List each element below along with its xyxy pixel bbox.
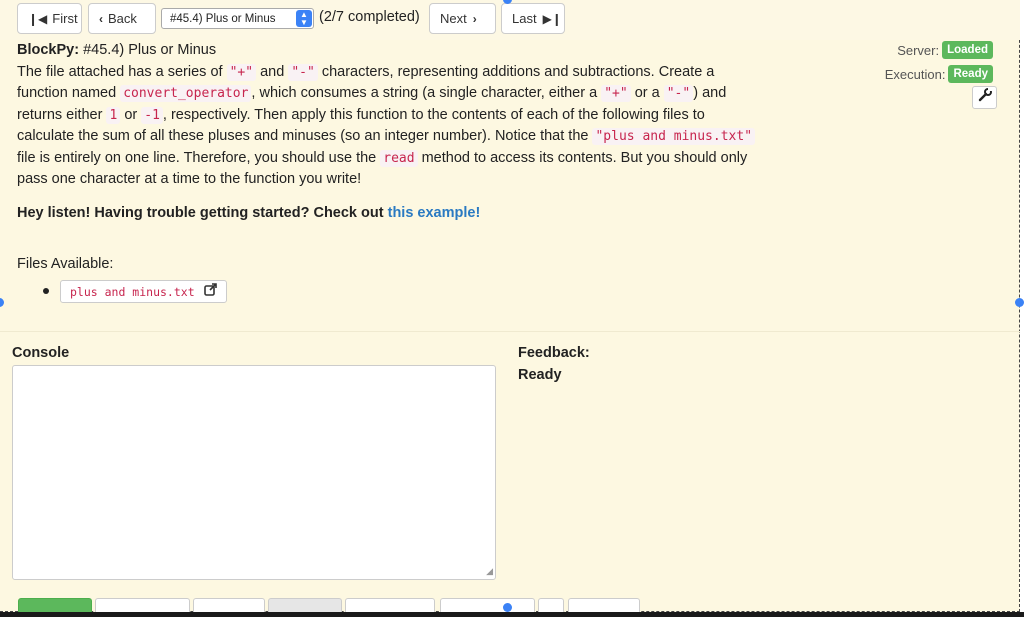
code-filename: "plus and minus.txt" <box>592 128 756 145</box>
skip-last-icon: ▶❙ <box>542 11 562 26</box>
wrench-icon <box>978 88 992 107</box>
file-link-plus-and-minus[interactable]: plus and minus.txt <box>60 280 227 303</box>
code-plus: "+" <box>226 63 257 81</box>
toolbar-button[interactable] <box>440 598 535 612</box>
run-button[interactable] <box>18 598 92 612</box>
first-label: First <box>52 11 78 26</box>
desc-text: or <box>120 106 142 123</box>
toolbar-button[interactable] <box>193 598 265 612</box>
code-read: read <box>380 149 418 167</box>
chevron-right-icon: › <box>472 11 477 26</box>
code-neg-one: -1 <box>141 106 163 124</box>
desc-text: The file attached has a series of <box>17 63 227 80</box>
external-link-icon <box>203 283 217 300</box>
problem-instructions: BlockPy: #45.4) Plus or Minus The file a… <box>17 40 757 224</box>
title-text: #45.4) Plus or Minus <box>83 42 217 58</box>
execution-status-badge: Ready <box>948 65 993 83</box>
last-button[interactable]: Last ▶❙ <box>501 3 565 34</box>
next-label: Next <box>440 11 467 26</box>
hint-text: Hey listen! Having trouble getting start… <box>17 204 388 221</box>
settings-wrench-button[interactable] <box>972 86 997 109</box>
files-available-label: Files Available: <box>17 256 114 272</box>
status-panel: Server: Loaded Execution: Ready <box>885 38 993 86</box>
code-minus: "-" <box>663 85 694 102</box>
server-label: Server: <box>897 42 940 58</box>
toolbar-button[interactable] <box>568 598 640 612</box>
server-status: Server: Loaded <box>885 38 993 62</box>
problem-title: BlockPy: #45.4) Plus or Minus <box>17 40 757 62</box>
feedback-value: Ready <box>518 367 562 383</box>
back-button[interactable]: ‹ Back <box>88 3 156 34</box>
console-label: Console <box>12 345 70 361</box>
back-label: Back <box>108 11 137 26</box>
assignment-select[interactable]: #45.4) Plus or Minus ▲ ▼ <box>161 8 314 29</box>
resize-handle-icon[interactable]: ◢ <box>486 566 493 577</box>
toolbar-button[interactable] <box>95 598 190 612</box>
last-label: Last <box>512 11 537 26</box>
code-plus: "+" <box>601 85 631 102</box>
desc-text: and <box>256 63 289 80</box>
hint-line: Hey listen! Having trouble getting start… <box>17 203 757 225</box>
skip-first-icon: ❙◀ <box>28 11 48 26</box>
toolbar-button[interactable] <box>538 598 564 612</box>
example-link[interactable]: this example! <box>388 205 481 221</box>
execution-status: Execution: Ready <box>885 62 993 86</box>
desc-text: or a <box>630 85 664 101</box>
code-one: 1 <box>106 106 121 124</box>
toolbar-button[interactable] <box>345 598 435 612</box>
code-function-name: convert_operator <box>120 85 252 102</box>
chevron-left-icon: ‹ <box>99 11 103 26</box>
bottom-edge <box>0 612 1024 617</box>
select-arrows-icon: ▲ ▼ <box>296 10 312 27</box>
first-button[interactable]: ❙◀ First <box>17 3 82 34</box>
next-button[interactable]: Next › <box>429 3 496 34</box>
title-prefix: BlockPy: <box>17 42 80 58</box>
assignment-select-value: #45.4) Plus or Minus <box>170 12 276 25</box>
blockpy-frame: ❙◀ First ‹ Back #45.4) Plus or Minus ▲ ▼ … <box>0 0 1020 612</box>
code-minus: "-" <box>288 63 318 81</box>
navigation-bar: ❙◀ First ‹ Back #45.4) Plus or Minus ▲ ▼ … <box>0 0 1020 40</box>
section-divider <box>0 331 1020 332</box>
problem-description: The file attached has a series of "+" an… <box>17 62 757 191</box>
desc-text: , which consumes a string (a single char… <box>251 85 602 101</box>
completion-count: (2/7 completed) <box>319 9 420 25</box>
console-area[interactable]: ◢ <box>12 365 496 580</box>
desc-text: file is entirely on one line. Therefore,… <box>17 149 381 166</box>
list-bullet <box>43 288 49 294</box>
selection-handle[interactable] <box>503 603 512 612</box>
server-status-badge: Loaded <box>942 41 993 59</box>
feedback-label: Feedback: <box>518 345 590 361</box>
toolbar-button[interactable] <box>268 598 342 612</box>
execution-label: Execution: <box>884 66 946 82</box>
file-name: plus and minus.txt <box>70 284 195 299</box>
selection-handle[interactable] <box>1015 298 1024 307</box>
